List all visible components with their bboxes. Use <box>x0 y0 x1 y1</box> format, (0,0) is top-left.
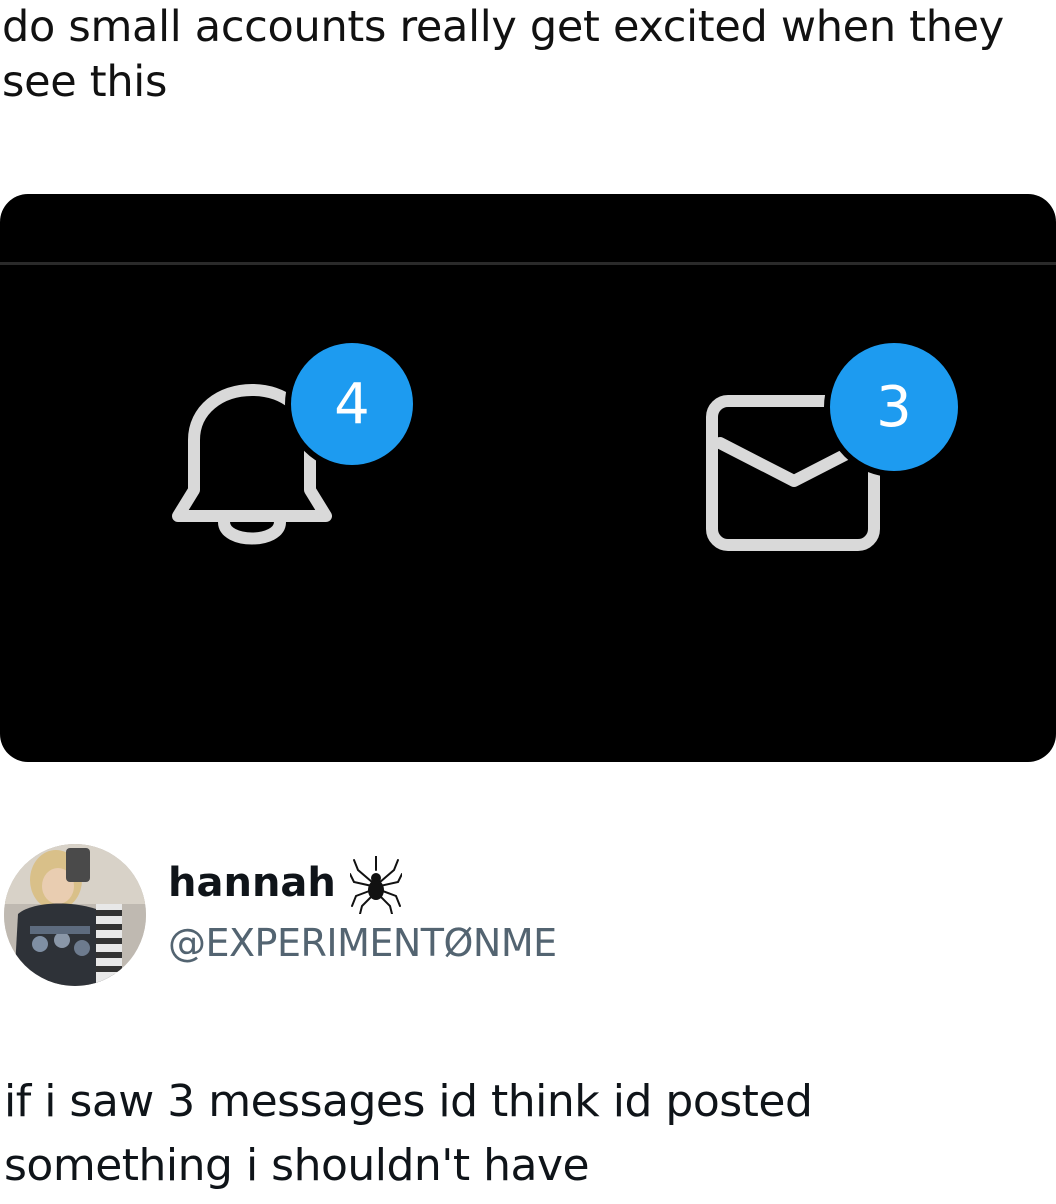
tweet-text: if i saw 3 messages id think id posted s… <box>4 1076 813 1191</box>
notification-screenshot <box>0 194 1056 762</box>
avatar[interactable] <box>4 844 146 986</box>
panel-divider <box>0 262 1056 265</box>
spider-icon <box>349 855 403 915</box>
tweet-author: hannah @EXPERIMENTØNME <box>0 838 1056 998</box>
author-handle[interactable]: @EXPERIMENTØNME <box>168 918 557 968</box>
messages-count-badge[interactable]: 3 <box>824 337 964 477</box>
display-name[interactable]: hannah <box>168 858 336 908</box>
post-caption: do small accounts really get excited whe… <box>2 2 1004 107</box>
notifications-count-badge[interactable]: 4 <box>285 337 419 471</box>
